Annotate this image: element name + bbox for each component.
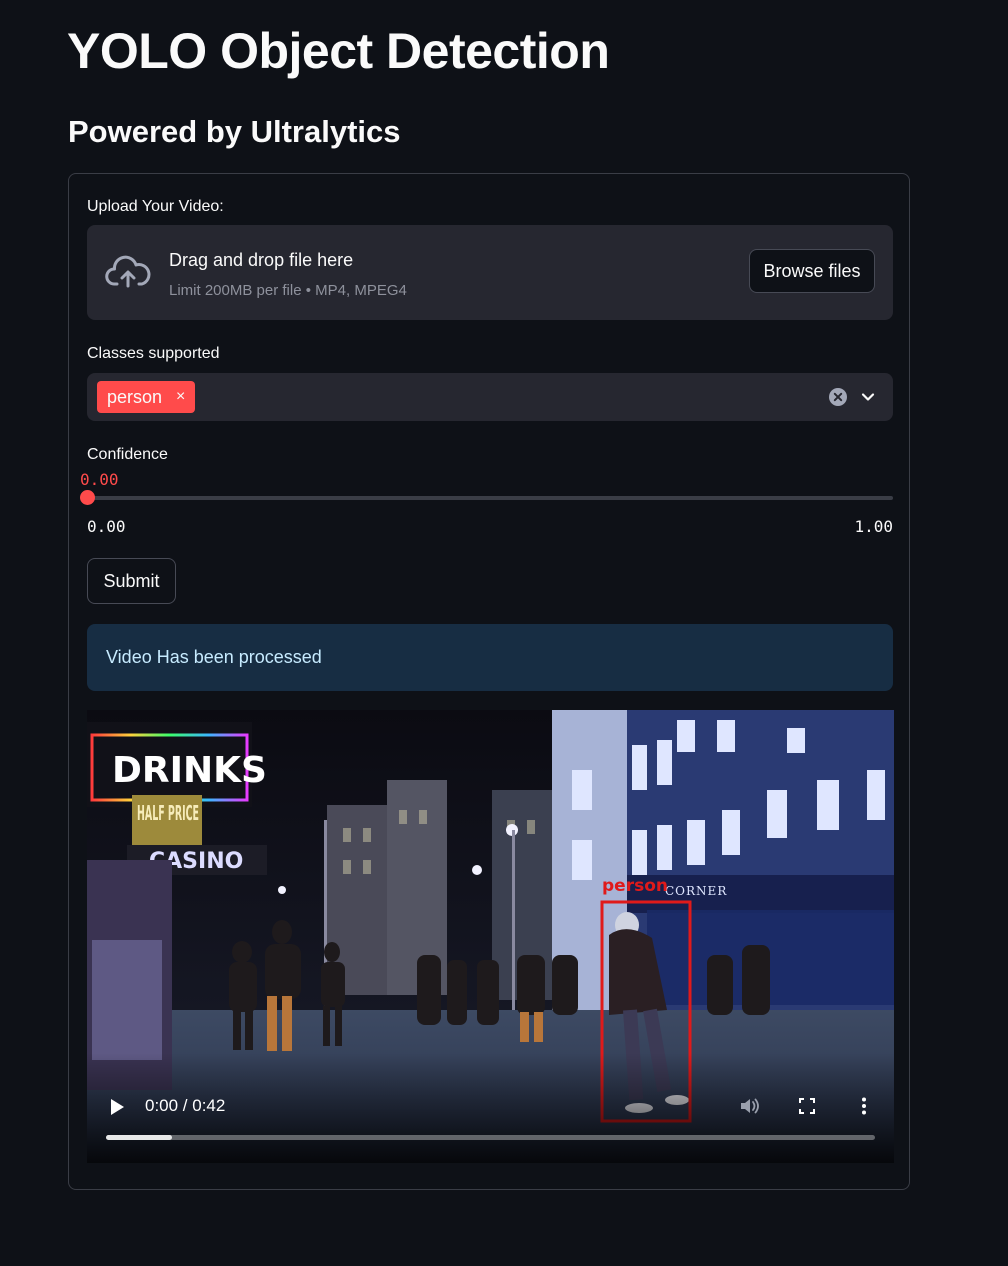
class-chip-label: person: [107, 386, 163, 407]
slider-min-label: 0.00: [87, 517, 126, 536]
video-buffered-bar: [106, 1135, 173, 1140]
video-progress-bar[interactable]: [106, 1135, 875, 1140]
dropzone-limit: Limit 200MB per file • MP4, MPEG4: [169, 282, 407, 299]
fullscreen-icon[interactable]: [799, 1098, 815, 1119]
submit-button[interactable]: Submit: [87, 558, 176, 604]
slider-thumb[interactable]: [80, 490, 95, 505]
page-title: YOLO Object Detection: [67, 23, 610, 79]
more-options-icon[interactable]: [861, 1097, 867, 1120]
chip-remove-icon[interactable]: ×: [176, 388, 185, 406]
confidence-label: Confidence: [87, 446, 168, 463]
upload-label: Upload Your Video:: [87, 198, 224, 215]
drinks-sign: DRINKS: [112, 750, 267, 791]
clear-all-icon[interactable]: [829, 388, 847, 411]
detection-label: person: [602, 876, 668, 896]
status-alert: Video Has been processed: [87, 624, 893, 691]
class-chip-person: person ×: [97, 381, 196, 413]
page-subtitle: Powered by Ultralytics: [68, 114, 401, 149]
video-player[interactable]: CORNER DRINKS HALF PRICE CASINO person 0…: [87, 710, 894, 1163]
dropzone-instruction: Drag and drop file here: [169, 250, 354, 270]
confidence-slider[interactable]: [80, 490, 893, 505]
cloud-upload-icon: [105, 255, 151, 294]
browse-files-button[interactable]: Browse files: [749, 249, 875, 293]
status-alert-text: Video Has been processed: [106, 647, 322, 667]
half-price-sign: HALF PRICE: [137, 801, 199, 825]
volume-icon[interactable]: [739, 1096, 761, 1121]
detection-form: Upload Your Video: Drag and drop file he…: [68, 173, 910, 1190]
corner-sign: CORNER: [665, 884, 727, 898]
classes-multiselect[interactable]: person ×: [87, 373, 893, 421]
confidence-current-value: 0.00: [80, 470, 119, 489]
chevron-down-icon[interactable]: [861, 390, 875, 409]
slider-max-label: 1.00: [854, 517, 893, 536]
video-time: 0:00 / 0:42: [145, 1096, 226, 1115]
classes-label: Classes supported: [87, 345, 220, 362]
file-dropzone[interactable]: Drag and drop file here Limit 200MB per …: [87, 225, 893, 320]
play-icon[interactable]: [109, 1098, 125, 1121]
